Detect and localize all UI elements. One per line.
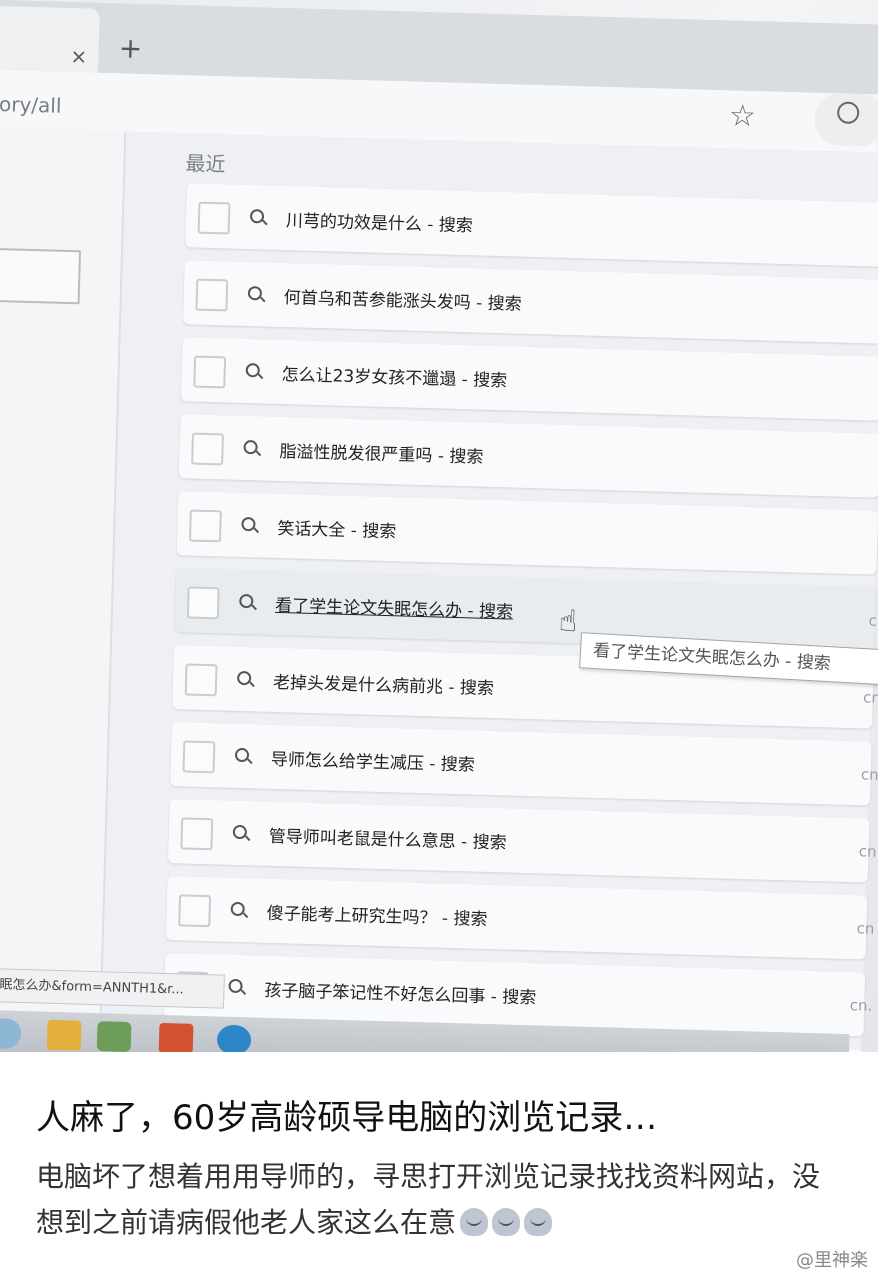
cloud-app-icon[interactable] <box>0 1018 22 1049</box>
history-entry-title[interactable]: 看了学生论文失眠怎么办 - 搜索 <box>275 591 514 623</box>
photo-of-screen: × + ory/all ☆ 最近 川芎的功效是什么 - 搜索何首乌和苦参能涨头发… <box>0 0 878 1052</box>
history-row[interactable]: 傻子能考上研究生吗？ - 搜索 cn <box>165 876 875 960</box>
post-body-text: 电脑坏了想着用用导师的，寻思打开浏览记录找找资料网站，没想到之前请病假他老人家这… <box>36 1160 821 1239</box>
search-icon <box>234 747 250 763</box>
row-checkbox[interactable] <box>193 355 227 389</box>
history-entry-title[interactable]: 脂溢性脱发很严重吗 - 搜索 <box>279 437 484 468</box>
history-entry-title[interactable]: 孩子脑子笨记性不好怎么回事 - 搜索 <box>264 976 537 1009</box>
search-button[interactable] <box>814 92 878 147</box>
row-checkbox[interactable] <box>178 894 212 928</box>
row-checkbox[interactable] <box>197 201 231 235</box>
search-icon <box>236 670 252 686</box>
history-row[interactable]: 导师怎么给学生减压 - 搜索 cn <box>170 722 878 806</box>
history-row[interactable]: 看了学生论文失眠怎么办 - 搜索 cr <box>174 568 878 652</box>
history-entry-title[interactable]: 何首乌和苦参能涨头发吗 - 搜索 <box>284 283 523 315</box>
row-checkbox[interactable] <box>186 586 220 620</box>
search-icon <box>239 593 254 609</box>
history-entry-title[interactable]: 导师怎么给学生减压 - 搜索 <box>271 745 476 776</box>
history-entry-title[interactable]: 川芎的功效是什么 - 搜索 <box>286 206 474 236</box>
close-icon[interactable]: × <box>70 44 87 68</box>
office-icon[interactable] <box>158 1022 194 1052</box>
folder-icon[interactable] <box>46 1019 82 1051</box>
history-list: 川芎的功效是什么 - 搜索何首乌和苦参能涨头发吗 - 搜索 怎么让23岁女孩不邋遢… <box>161 183 878 1052</box>
section-title: 最近 <box>185 151 226 177</box>
history-entry-domain: cn <box>860 765 878 784</box>
history-entry-domain: cn <box>856 919 875 938</box>
post-body: 电脑坏了想着用用导师的，寻思打开浏览记录找找资料网站，没想到之前请病假他老人家这… <box>36 1154 836 1246</box>
history-row[interactable]: 何首乌和苦参能涨头发吗 - 搜索 <box>183 260 878 344</box>
row-checkbox[interactable] <box>188 509 222 543</box>
history-entry-domain: cr <box>868 611 878 630</box>
new-tab-button[interactable]: + <box>118 31 142 65</box>
history-row[interactable]: 笑话大全 - 搜索c <box>176 491 878 575</box>
history-entry-domain: cn <box>858 842 877 861</box>
search-icon <box>247 286 263 301</box>
url-text[interactable]: ory/all <box>0 92 62 118</box>
cry-emoji-icon <box>492 1208 521 1236</box>
history-panel: 最近 川芎的功效是什么 - 搜索何首乌和苦参能涨头发吗 - 搜索 怎么让23岁女孩… <box>100 131 878 1052</box>
search-icon <box>243 439 258 455</box>
search-icon <box>241 516 256 532</box>
history-entry-domain: cn. <box>849 996 873 1015</box>
edge-browser-icon[interactable] <box>216 1024 252 1052</box>
watermark: @里神楽 <box>796 1250 868 1271</box>
history-entry-title[interactable]: 老掉头发是什么病前兆 - 搜索 <box>273 668 495 699</box>
search-icon <box>249 209 265 224</box>
history-row[interactable]: 脂溢性脱发很严重吗 - 搜索c <box>178 414 878 498</box>
search-icon <box>228 978 243 994</box>
row-checkbox[interactable] <box>191 432 224 466</box>
search-icon <box>232 824 248 840</box>
search-icon <box>245 363 260 378</box>
row-checkbox[interactable] <box>182 740 216 774</box>
browser-window: × + ory/all ☆ 最近 川芎的功效是什么 - 搜索何首乌和苦参能涨头发… <box>0 0 878 1052</box>
post-headline: 人麻了，60岁高龄硕导电脑的浏览记录… <box>36 1098 658 1138</box>
status-url: 文失眠怎么办&form=ANNTH1&r... <box>0 967 225 1009</box>
history-row[interactable]: 怎么让23岁女孩不邋遢 - 搜索 <box>180 337 878 421</box>
cry-emoji-icon <box>460 1208 489 1236</box>
row-checkbox[interactable] <box>195 278 229 312</box>
history-entry-title[interactable]: 怎么让23岁女孩不邋遢 - 搜索 <box>281 360 507 391</box>
star-icon[interactable]: ☆ <box>729 98 757 134</box>
cry-emoji-icon <box>524 1208 553 1236</box>
history-entry-domain: cn <box>862 688 878 707</box>
history-entry-title[interactable]: 管导师叫老鼠是什么意思 - 搜索 <box>268 822 507 854</box>
post-caption: 人麻了，60岁高龄硕导电脑的浏览记录… 电脑坏了想着用用导师的，寻思打开浏览记录… <box>0 1052 878 1280</box>
app-icon[interactable] <box>96 1021 132 1052</box>
search-icon <box>230 901 245 917</box>
row-checkbox[interactable] <box>180 817 214 851</box>
search-icon <box>836 101 860 125</box>
row-checkbox[interactable] <box>184 663 218 697</box>
browser-tab[interactable]: × <box>0 5 100 73</box>
history-row[interactable]: 管导师叫老鼠是什么意思 - 搜索 cn <box>167 799 877 883</box>
history-entry-title[interactable]: 傻子能考上研究生吗？ - 搜索 <box>266 899 488 930</box>
hand-cursor-icon: ☝ <box>558 603 578 640</box>
sidebar-search-box[interactable] <box>0 247 82 305</box>
history-entry-title[interactable]: 笑话大全 - 搜索 <box>277 514 397 542</box>
history-row[interactable]: 川芎的功效是什么 - 搜索 <box>185 183 878 267</box>
